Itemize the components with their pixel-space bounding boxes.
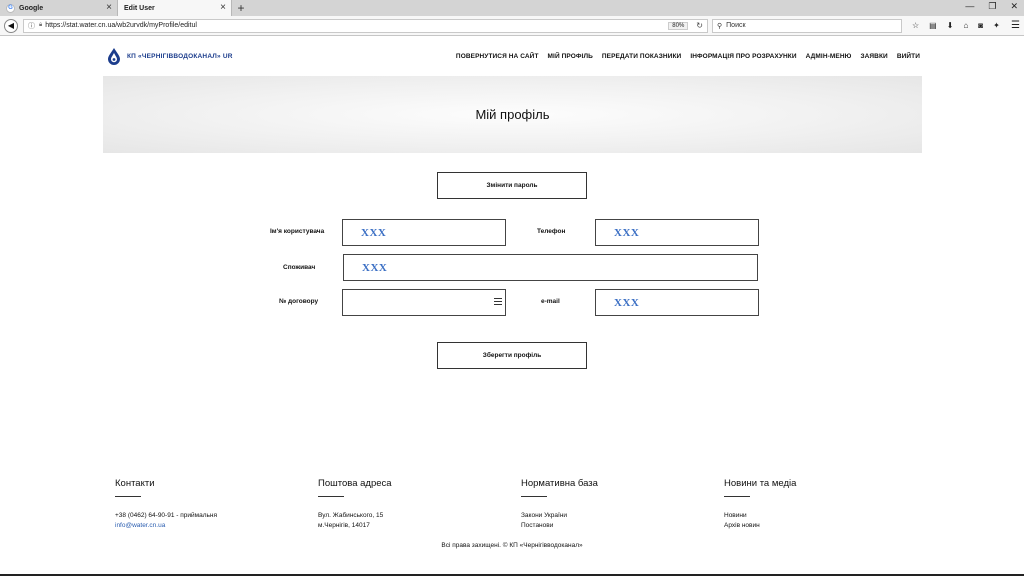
- back-arrow-icon[interactable]: ◀: [4, 18, 18, 33]
- water-drop-icon: [108, 48, 120, 65]
- info-icon[interactable]: ⓘ: [28, 21, 35, 31]
- page-hero: Мій профіль: [103, 76, 922, 153]
- phone-input[interactable]: XXX: [595, 219, 759, 246]
- footer-address-line: Вул. Жабинського, 15: [318, 512, 384, 519]
- nav-billing-info[interactable]: ІНФОРМАЦІЯ ПРО РОЗРАХУНКИ: [690, 53, 796, 60]
- lock-icon: 🔒︎: [39, 22, 43, 28]
- nav-submit-readings[interactable]: ПЕРЕДАТИ ПОКАЗНИКИ: [602, 53, 681, 60]
- site-header: КП «ЧЕРНІГІВВОДОКАНАЛ» UR ПОВЕРНУТИСЯ НА…: [106, 45, 920, 67]
- contract-number-label: № договору: [279, 298, 319, 305]
- footer-divider: [318, 496, 344, 497]
- consumer-label: Споживач: [283, 264, 316, 271]
- extension-icon[interactable]: ✦: [993, 21, 1000, 30]
- footer-phone: +38 (0462) 64-90-91 - приймальня: [115, 512, 217, 519]
- pocket-icon[interactable]: ◙: [978, 21, 983, 30]
- footer-normative: Нормативна база Закони України Постанови: [521, 478, 711, 531]
- nav-back-to-site[interactable]: ПОВЕРНУТИСЯ НА САЙТ: [456, 53, 539, 60]
- consumer-input[interactable]: XXX: [343, 254, 758, 281]
- close-tab-icon[interactable]: ×: [106, 2, 112, 13]
- search-placeholder: Поиск: [726, 22, 746, 29]
- footer-copyright: Всі права захищені. © КП «Чернігівводока…: [441, 542, 583, 549]
- footer-contacts: Контакти +38 (0462) 64-90-91 - приймальн…: [115, 478, 305, 531]
- footer-link-news[interactable]: Новини: [724, 511, 914, 521]
- list-icon[interactable]: [494, 298, 502, 307]
- minimize-icon[interactable]: —: [965, 1, 974, 12]
- bookmark-star-icon[interactable]: ☆: [912, 21, 919, 30]
- tab-title: Edit User: [124, 4, 155, 12]
- footer-news: Новини та медіа Новини Архів новин: [724, 478, 914, 531]
- main-nav: ПОВЕРНУТИСЯ НА САЙТ МІЙ ПРОФІЛЬ ПЕРЕДАТИ…: [456, 53, 920, 60]
- home-icon[interactable]: ⌂: [963, 21, 968, 30]
- url-bar[interactable]: ⓘ 🔒︎ https://stat.water.cn.ua/wb2urvdk/m…: [23, 18, 708, 33]
- footer-link-laws[interactable]: Закони України: [521, 511, 711, 521]
- browser-nav-bar: ◀ ⓘ 🔒︎ https://stat.water.cn.ua/wb2urvdk…: [0, 16, 1024, 36]
- nav-logout[interactable]: ВИЙТИ: [897, 53, 920, 60]
- nav-admin-menu[interactable]: АДМІН-МЕНЮ: [806, 53, 852, 60]
- username-input[interactable]: XXX: [342, 219, 506, 246]
- tab-title: Google: [19, 4, 44, 12]
- close-window-icon[interactable]: ✕: [1010, 1, 1018, 12]
- nav-my-profile[interactable]: МІЙ ПРОФІЛЬ: [548, 53, 593, 60]
- download-icon[interactable]: ⬇: [947, 21, 954, 30]
- username-label: Ім'я користувача: [270, 228, 325, 235]
- phone-label: Телефон: [537, 228, 566, 235]
- footer-divider: [521, 496, 547, 497]
- page-title: Мій профіль: [475, 107, 550, 122]
- nav-requests[interactable]: ЗАЯВКИ: [860, 53, 887, 60]
- url-text[interactable]: https://stat.water.cn.ua/wb2urvdk/myProf…: [45, 22, 197, 29]
- window-controls: — ❐ ✕: [965, 1, 1018, 12]
- footer-link-resolutions[interactable]: Постанови: [521, 521, 711, 531]
- footer-heading: Нормативна база: [521, 478, 598, 489]
- hamburger-menu-icon[interactable]: ☰: [1011, 20, 1020, 31]
- footer-heading: Контакти: [115, 478, 155, 489]
- browser-tab-edit-user[interactable]: Edit User ×: [118, 0, 232, 16]
- restore-icon[interactable]: ❐: [988, 1, 996, 12]
- close-tab-icon[interactable]: ×: [220, 2, 226, 13]
- footer-link-news-archive[interactable]: Архів новин: [724, 521, 914, 531]
- google-icon: G: [6, 3, 15, 13]
- footer-divider: [724, 496, 750, 497]
- footer-divider: [115, 496, 141, 497]
- clipboard-icon[interactable]: ▤: [929, 21, 937, 30]
- email-input[interactable]: XXX: [595, 289, 759, 316]
- footer-email-link[interactable]: info@water.cn.ua: [115, 521, 305, 531]
- reload-icon[interactable]: ↻: [696, 21, 703, 30]
- contract-number-select[interactable]: [342, 289, 506, 316]
- zoom-indicator[interactable]: 80%: [668, 21, 689, 30]
- footer-heading: Новини та медіа: [724, 478, 797, 489]
- new-tab-icon[interactable]: +: [234, 0, 248, 16]
- footer-postal: Поштова адреса Вул. Жабинського, 15 м.Че…: [318, 478, 508, 531]
- toolbar-icons: ☆ ▤ ⬇ ⌂ ◙ ✦: [912, 21, 1000, 30]
- footer-heading: Поштова адреса: [318, 478, 392, 489]
- browser-search-bar[interactable]: ⚲ Поиск: [712, 18, 902, 33]
- logo-text: КП «ЧЕРНІГІВВОДОКАНАЛ» UR: [127, 52, 233, 60]
- change-password-button[interactable]: Змінити пароль: [437, 172, 587, 199]
- footer-address-line: м.Чернігів, 14017: [318, 522, 370, 529]
- search-icon: ⚲: [717, 22, 723, 30]
- site-logo[interactable]: КП «ЧЕРНІГІВВОДОКАНАЛ» UR: [106, 47, 233, 65]
- email-label: e-mail: [541, 298, 560, 305]
- browser-tab-bar: G Google × Edit User × + — ❐ ✕: [0, 0, 1024, 16]
- browser-tab-google[interactable]: G Google ×: [0, 0, 118, 16]
- save-profile-button[interactable]: Зберегти профіль: [437, 342, 587, 369]
